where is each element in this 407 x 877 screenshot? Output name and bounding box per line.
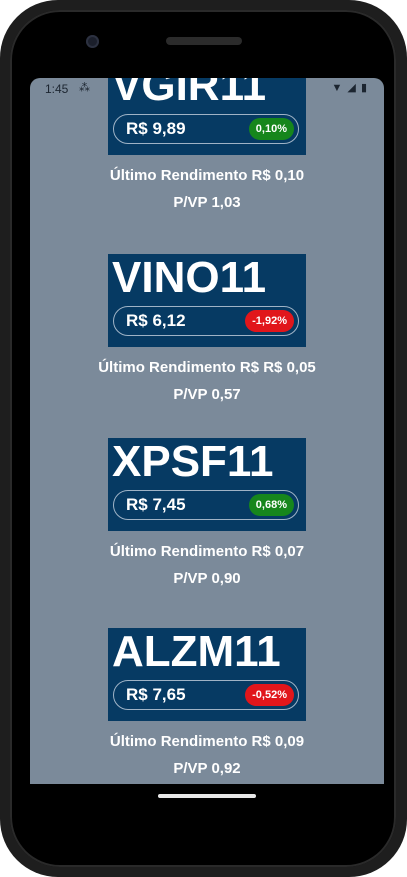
- price-pill: R$ 7,65 -0,52%: [113, 680, 299, 710]
- fund-banner[interactable]: ALZM11 R$ 7,65 -0,52%: [108, 628, 306, 721]
- fund-banner[interactable]: XPSF11 R$ 7,45 0,68%: [108, 438, 306, 531]
- last-dividend: Último Rendimento R$ 0,09: [109, 733, 305, 750]
- app-screen[interactable]: 1:45 ⁂ ▼ ◢ ▮ VGIR11 R$ 9,89 0,10% Último…: [30, 78, 384, 784]
- speaker-grille: [166, 37, 242, 45]
- fund-price: R$ 7,45: [126, 495, 186, 514]
- price-pill: R$ 7,45 0,68%: [113, 490, 299, 520]
- price-pill: R$ 9,89 0,10%: [113, 114, 299, 144]
- fund-price: R$ 7,65: [126, 685, 186, 704]
- fund-change-badge: 0,10%: [248, 118, 294, 140]
- last-dividend: Último Rendimento R$ R$ 0,05: [98, 359, 316, 376]
- fund-ticker: VGIR11: [112, 78, 267, 110]
- price-pill: R$ 6,12 -1,92%: [113, 306, 299, 336]
- last-dividend: Último Rendimento R$ 0,10: [109, 167, 305, 184]
- price-to-book: P/VP 0,57: [173, 386, 241, 403]
- last-dividend: Último Rendimento R$ 0,07: [109, 543, 305, 560]
- price-to-book: P/VP 1,03: [173, 194, 241, 211]
- price-to-book: P/VP 0,92: [173, 760, 241, 777]
- fund-ticker: ALZM11: [112, 627, 281, 676]
- fund-price: R$ 6,12: [126, 311, 186, 330]
- home-gesture-handle[interactable]: [158, 794, 256, 798]
- fund-ticker: VINO11: [112, 253, 267, 302]
- fund-change-badge: -1,92%: [245, 310, 294, 332]
- price-to-book: P/VP 0,90: [173, 570, 241, 587]
- fund-banner[interactable]: VINO11 R$ 6,12 -1,92%: [108, 254, 306, 347]
- front-camera-icon: [86, 35, 99, 48]
- fund-change-badge: 0,68%: [248, 494, 294, 516]
- fund-price: R$ 9,89: [126, 119, 186, 138]
- fund-banner[interactable]: VGIR11 R$ 9,89 0,10%: [108, 78, 306, 155]
- fund-card[interactable]: VGIR11 R$ 9,89 0,10% Último Rendimento R…: [30, 78, 384, 211]
- fund-ticker: XPSF11: [112, 437, 274, 486]
- fund-change-badge: -0,52%: [245, 684, 294, 706]
- fund-card[interactable]: ALZM11 R$ 7,65 -0,52% Último Rendimento …: [30, 628, 384, 777]
- fund-card[interactable]: XPSF11 R$ 7,45 0,68% Último Rendimento R…: [30, 438, 384, 587]
- fund-card[interactable]: VINO11 R$ 6,12 -1,92% Último Rendimento …: [30, 254, 384, 404]
